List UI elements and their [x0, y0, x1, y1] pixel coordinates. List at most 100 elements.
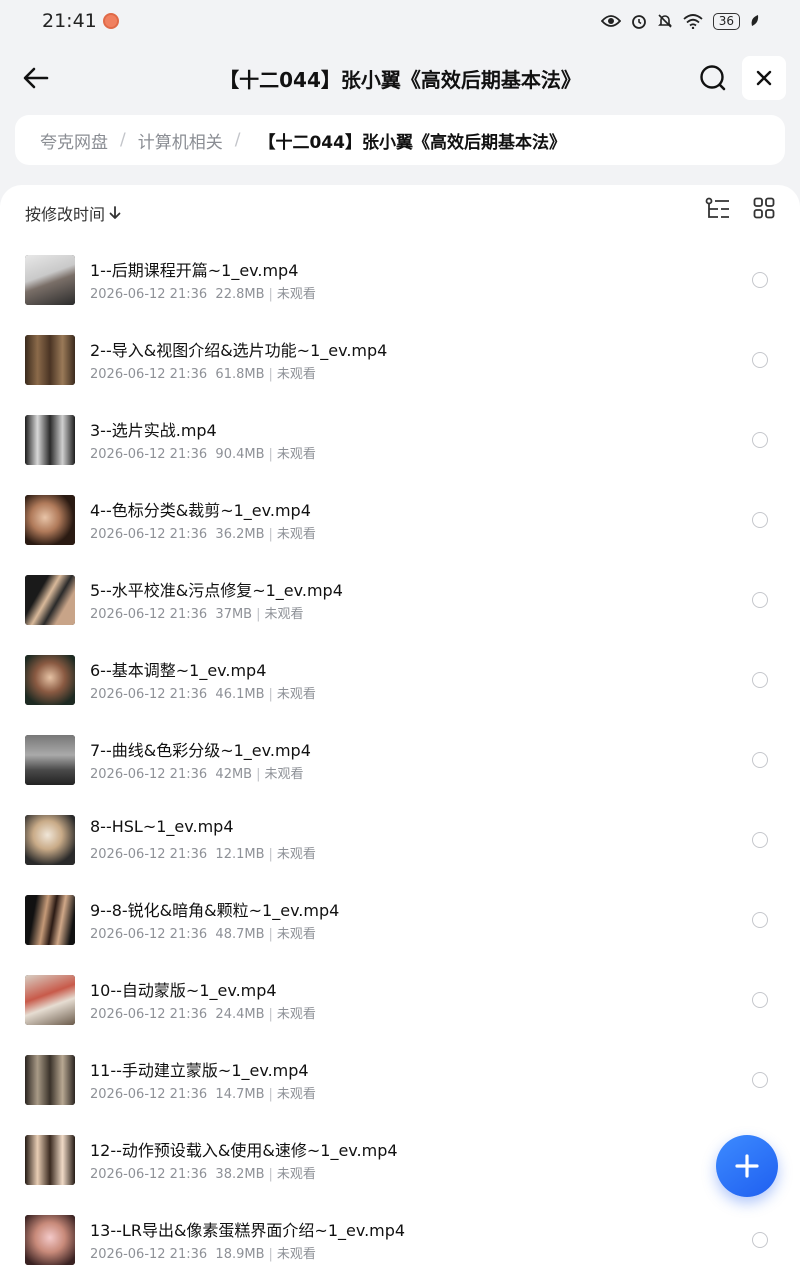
select-checkbox[interactable]: [752, 432, 768, 448]
file-date: 2026-06-12 21:36: [90, 607, 208, 622]
watch-status: 未观看: [276, 1167, 316, 1182]
file-row[interactable]: 6--基本调整~1_ev.mp4 2026-06-12 21:36 46.1MB…: [0, 625, 800, 705]
file-date: 2026-06-12 21:36: [90, 687, 208, 702]
file-size: 24.4MB: [215, 1007, 265, 1022]
meta-separator: |: [268, 1007, 273, 1022]
file-row[interactable]: 12--动作预设载入&使用&速修~1_ev.mp4 2026-06-12 21:…: [0, 1105, 800, 1185]
file-name: 2--导入&视图介绍&选片功能~1_ev.mp4: [90, 341, 388, 360]
watch-status: 未观看: [276, 847, 316, 862]
select-checkbox[interactable]: [752, 912, 768, 928]
file-size: 42MB: [215, 767, 253, 782]
file-size: 36.2MB: [215, 527, 265, 542]
meta-separator: |: [268, 447, 273, 462]
meta-separator: |: [268, 847, 273, 862]
video-thumbnail: [25, 1135, 75, 1185]
file-panel: 按修改时间 1--后期课程开篇~1_ev.mp4 2026-06-12 21:3…: [0, 185, 800, 1280]
status-bar: 21:41 36: [0, 0, 800, 42]
file-meta: 2026-06-12 21:36 18.9MB | 未观看: [90, 1243, 316, 1262]
file-row[interactable]: 2--导入&视图介绍&选片功能~1_ev.mp4 2026-06-12 21:3…: [0, 305, 800, 385]
search-icon: [700, 65, 726, 91]
file-row[interactable]: 8--HSL~1_ev.mp4 2026-06-12 21:36 12.1MB |…: [0, 785, 800, 865]
file-size: 48.7MB: [215, 927, 265, 942]
meta-separator: |: [268, 527, 273, 542]
close-icon: [756, 70, 772, 86]
meta-separator: |: [268, 1087, 273, 1102]
file-row[interactable]: 1--后期课程开篇~1_ev.mp4 2026-06-12 21:36 22.8…: [0, 225, 800, 305]
select-checkbox[interactable]: [752, 592, 768, 608]
sort-button[interactable]: 按修改时间: [25, 201, 121, 225]
watch-status: 未观看: [276, 367, 316, 382]
select-checkbox[interactable]: [752, 672, 768, 688]
file-size: 46.1MB: [215, 687, 265, 702]
video-thumbnail: [25, 815, 75, 865]
file-meta: 2026-06-12 21:36 42MB | 未观看: [90, 763, 304, 782]
file-name: 12--动作预设载入&使用&速修~1_ev.mp4: [90, 1141, 398, 1160]
meta-separator: |: [268, 927, 273, 942]
file-row[interactable]: 10--自动蒙版~1_ev.mp4 2026-06-12 21:36 24.4M…: [0, 945, 800, 1025]
file-meta: 2026-06-12 21:36 46.1MB | 未观看: [90, 683, 316, 702]
meta-separator: |: [268, 1167, 273, 1182]
file-name: 7--曲线&色彩分级~1_ev.mp4: [90, 741, 311, 760]
select-checkbox[interactable]: [752, 832, 768, 848]
breadcrumb-separator: /: [120, 130, 126, 150]
breadcrumb-item-current: 【十二044】张小翼《高效后期基本法》: [258, 132, 566, 153]
search-button[interactable]: [697, 62, 729, 94]
select-checkbox[interactable]: [752, 1232, 768, 1248]
file-meta: 2026-06-12 21:36 14.7MB | 未观看: [90, 1083, 316, 1102]
watch-status: 未观看: [276, 447, 316, 462]
file-name: 4--色标分类&裁剪~1_ev.mp4: [90, 501, 311, 520]
list-toolbar: 按修改时间: [25, 197, 775, 225]
file-date: 2026-06-12 21:36: [90, 287, 208, 302]
watch-status: 未观看: [276, 927, 316, 942]
grid-view-icon[interactable]: [753, 197, 775, 219]
tree-view-icon[interactable]: [705, 197, 731, 221]
file-size: 18.9MB: [215, 1247, 265, 1262]
file-name: 11--手动建立蒙版~1_ev.mp4: [90, 1061, 309, 1080]
select-checkbox[interactable]: [752, 272, 768, 288]
select-checkbox[interactable]: [752, 1072, 768, 1088]
watch-status: 未观看: [276, 1247, 316, 1262]
file-date: 2026-06-12 21:36: [90, 527, 208, 542]
file-name: 6--基本调整~1_ev.mp4: [90, 661, 267, 680]
file-date: 2026-06-12 21:36: [90, 367, 208, 382]
meta-separator: |: [268, 287, 273, 302]
file-name: 13--LR导出&像素蛋糕界面介绍~1_ev.mp4: [90, 1221, 406, 1240]
mute-icon: [657, 14, 672, 28]
file-date: 2026-06-12 21:36: [90, 1007, 208, 1022]
meta-separator: |: [268, 367, 273, 382]
file-row[interactable]: 5--水平校准&污点修复~1_ev.mp4 2026-06-12 21:36 3…: [0, 545, 800, 625]
file-size: 12.1MB: [215, 847, 265, 862]
file-name: 8--HSL~1_ev.mp4: [90, 817, 234, 836]
select-checkbox[interactable]: [752, 352, 768, 368]
file-row[interactable]: 9--8-锐化&暗角&颗粒~1_ev.mp4 2026-06-12 21:36 …: [0, 865, 800, 945]
add-button[interactable]: [716, 1135, 778, 1197]
arrow-down-icon: [109, 206, 121, 219]
header-bar: 【十二044】张小翼《高效后期基本法》: [0, 52, 800, 104]
file-row[interactable]: 13--LR导出&像素蛋糕界面介绍~1_ev.mp4 2026-06-12 21…: [0, 1185, 800, 1265]
video-thumbnail: [25, 1055, 75, 1105]
video-thumbnail: [25, 1215, 75, 1265]
select-checkbox[interactable]: [752, 752, 768, 768]
file-row[interactable]: 3--选片实战.mp4 2026-06-12 21:36 90.4MB | 未观看: [0, 385, 800, 465]
select-checkbox[interactable]: [752, 512, 768, 528]
watch-status: 未观看: [276, 1007, 316, 1022]
watch-status: 未观看: [276, 527, 316, 542]
breadcrumb-item-folder[interactable]: 计算机相关: [138, 128, 223, 153]
video-thumbnail: [25, 895, 75, 945]
file-meta: 2026-06-12 21:36 37MB | 未观看: [90, 603, 304, 622]
select-checkbox[interactable]: [752, 992, 768, 1008]
video-thumbnail: [25, 415, 75, 465]
file-row[interactable]: 7--曲线&色彩分级~1_ev.mp4 2026-06-12 21:36 42M…: [0, 705, 800, 785]
file-meta: 2026-06-12 21:36 90.4MB | 未观看: [90, 443, 316, 462]
file-size: 38.2MB: [215, 1167, 265, 1182]
watch-status: 未观看: [276, 1087, 316, 1102]
meta-separator: |: [256, 607, 261, 622]
file-row[interactable]: 11--手动建立蒙版~1_ev.mp4 2026-06-12 21:36 14.…: [0, 1025, 800, 1105]
file-date: 2026-06-12 21:36: [90, 1167, 208, 1182]
file-size: 61.8MB: [215, 367, 265, 382]
video-thumbnail: [25, 655, 75, 705]
file-row[interactable]: 4--色标分类&裁剪~1_ev.mp4 2026-06-12 21:36 36.…: [0, 465, 800, 545]
file-meta: 2026-06-12 21:36 12.1MB | 未观看: [90, 843, 316, 862]
close-button[interactable]: [742, 56, 786, 100]
breadcrumb-item-root[interactable]: 夸克网盘: [40, 128, 108, 153]
